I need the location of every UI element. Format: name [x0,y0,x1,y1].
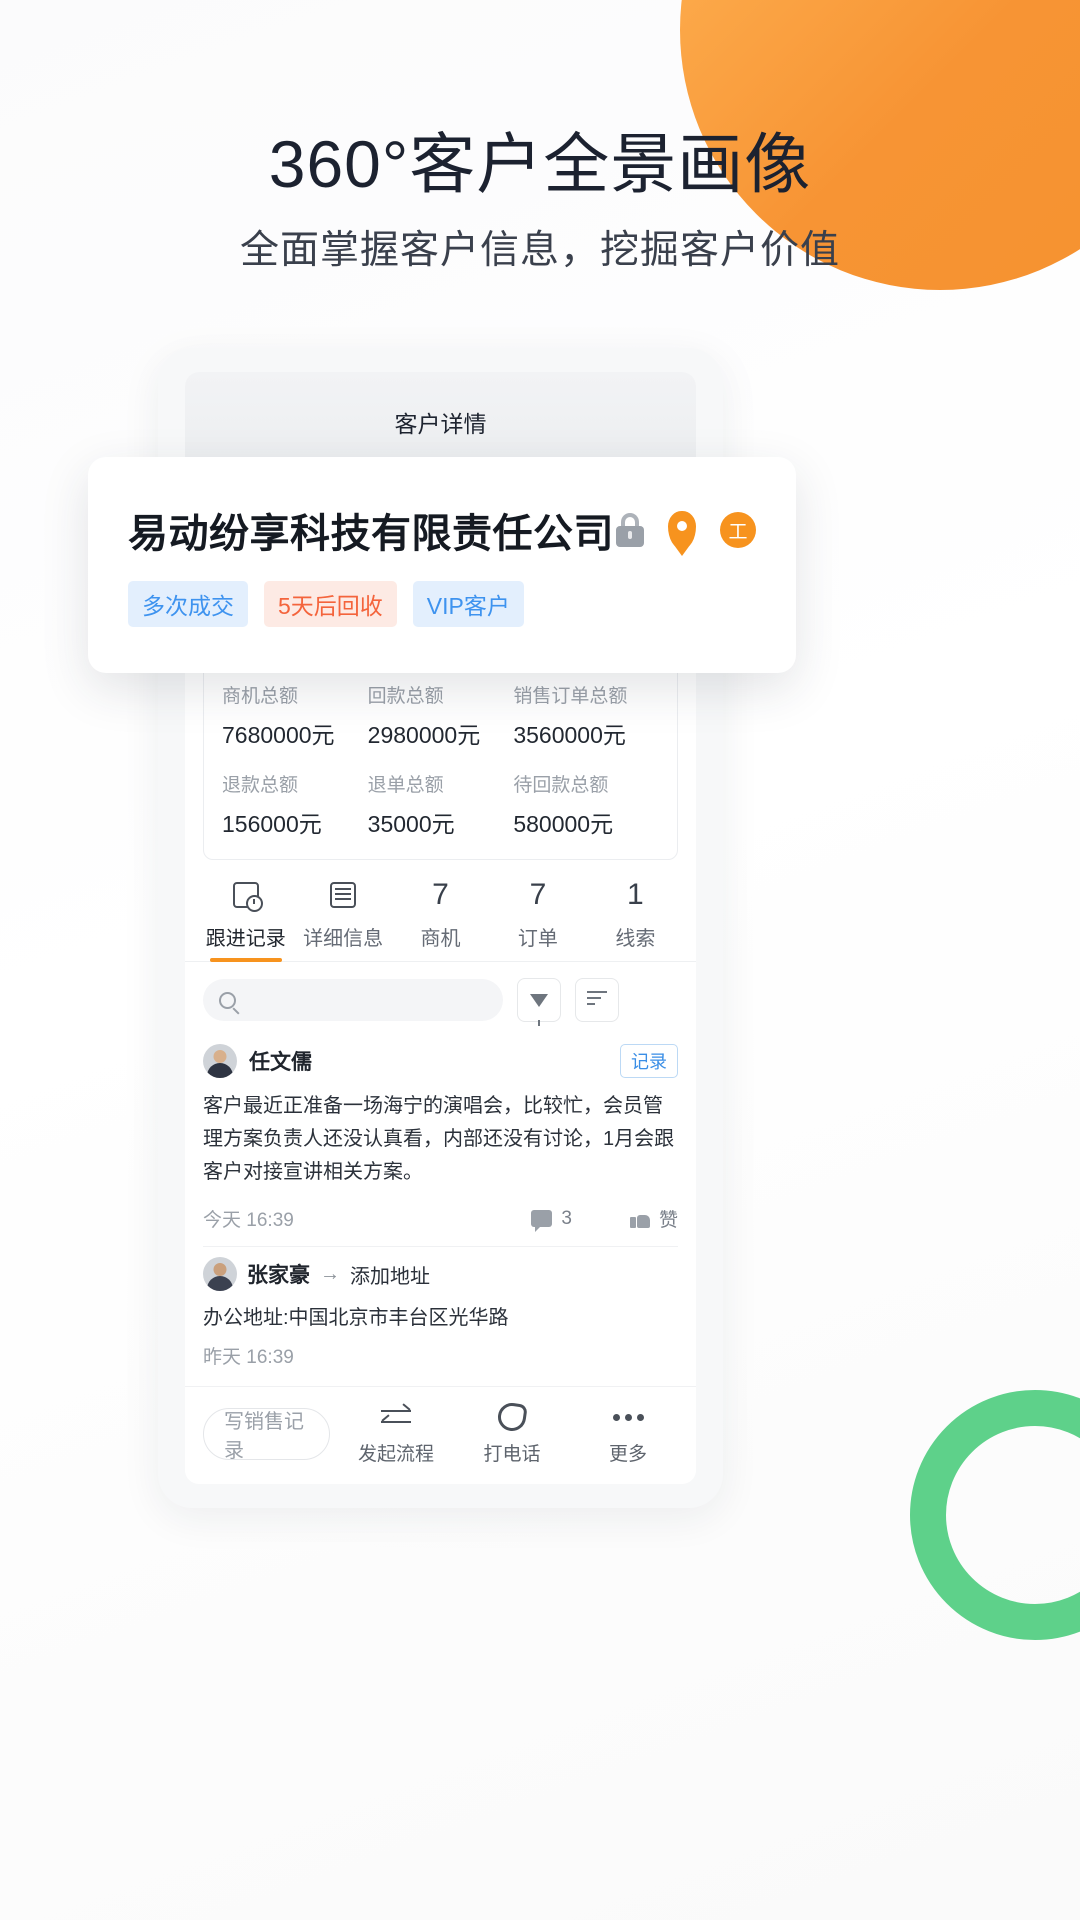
nav-title: 客户详情 [394,411,487,437]
stat-label: 回款总额 [367,686,444,707]
tab-orders[interactable]: 7 订单 [489,876,586,961]
customer-tag[interactable]: 5天后回收 [264,581,397,627]
more-dots-icon [612,1413,644,1421]
tab-label: 订单 [517,928,558,950]
start-process-label: 发起流程 [357,1444,434,1465]
tab-leads[interactable]: 1 线索 [587,876,684,961]
page-title: 360°客户全景画像 [268,127,812,201]
customer-summary-header: 易动纷享科技有限责任公司 工 [128,501,756,559]
write-record-placeholder: 写销售记录 [224,1410,304,1462]
feed-timestamp: 昨天 16:39 [203,1347,294,1368]
stat-value: 7680000元 [222,722,335,748]
feed-body: 客户最近正准备一场海宁的演唱会，比较忙，会员管理方案负责人还没认真看，内部还没有… [203,1095,675,1183]
swap-icon [381,1406,411,1428]
tab-label: 跟进记录 [205,928,286,950]
feed-author: 张家豪 [247,1264,310,1287]
search-icon [219,991,236,1009]
page-subtitle: 全面掌握客户信息，挖掘客户价值 [239,228,840,272]
feed-item[interactable]: 张家豪 → 添加地址 办公地址:中国北京市丰台区光华路 昨天 16:39 [203,1247,678,1383]
feed-footer: 今天 16:39 3 赞 [203,1205,678,1232]
gong-badge-icon[interactable]: 工 [720,512,756,548]
feed-author: 任文儒 [249,1051,312,1074]
stat-label: 商机总额 [222,686,299,707]
stat-value: 580000元 [513,811,614,837]
customer-summary-card: 易动纷享科技有限责任公司 工 多次成交 5天后回收 VIP客户 [88,457,796,673]
list-icon [330,882,357,908]
comment-count: 3 [561,1207,572,1229]
tab-opportunities[interactable]: 7 商机 [392,876,489,961]
feed-item-header: 任文儒 记录 [203,1044,678,1078]
tab-label: 商机 [420,928,461,950]
customer-tag-list: 多次成交 5天后回收 VIP客户 [128,581,756,627]
stat-label: 退单总额 [367,775,444,796]
tab-count: 7 [529,878,547,911]
stat-cell: 待回款总额 580000元 [513,770,659,839]
feed-detail: 办公地址:中国北京市丰台区光华路 [203,1307,509,1329]
tab-follow-records[interactable]: 跟进记录 [197,876,294,961]
feed-item-header: 张家豪 → 添加地址 办公地址:中国北京市丰台区光华路 [203,1257,678,1330]
arrow-icon: → [320,1262,340,1285]
comment-action[interactable]: 3 [531,1207,572,1232]
feed-footer: 昨天 16:39 [203,1342,678,1369]
tab-bar: 跟进记录 详细信息 7 商机 7 订单 1 线索 [185,860,696,962]
start-process-button[interactable]: 发起流程 [346,1401,446,1466]
more-button[interactable]: 更多 [578,1401,678,1466]
stat-value: 2980000元 [367,722,481,748]
customer-icon-group: 工 [616,511,756,549]
avatar[interactable] [203,1044,237,1078]
like-action[interactable]: 赞 [629,1205,678,1232]
search-row [185,962,696,1034]
thumbs-up-icon [629,1209,650,1228]
promo-page: 360°客户全景画像 全面掌握客户信息，挖掘客户价值 客户详情 团队 ♛ [0,0,1080,1920]
feed-action: 添加地址 [350,1265,430,1288]
decorative-green-ring [910,1390,1080,1640]
filter-icon [530,993,548,1026]
write-record-input[interactable]: 写销售记录 [203,1407,330,1462]
tab-details[interactable]: 详细信息 [294,876,391,961]
company-name: 易动纷享科技有限责任公司 [128,512,614,556]
filter-button[interactable] [517,978,561,1026]
hero-text-block: 360°客户全景画像 全面掌握客户信息，挖掘客户价值 [0,126,1080,277]
stats-card: 商机总额 7680000元 回款总额 2980000元 销售订单总额 35600… [203,660,678,860]
search-input[interactable] [203,979,503,1021]
tab-label: 线索 [615,928,656,950]
stat-cell: 回款总额 2980000元 [368,681,514,750]
feed-timestamp: 今天 16:39 [203,1210,294,1231]
stat-value: 3560000元 [513,722,626,748]
comment-icon [531,1210,553,1232]
feed-item[interactable]: 任文儒 记录 客户最近正准备一场海宁的演唱会，比较忙，会员管理方案负责人还没认真… [203,1034,678,1247]
customer-tag[interactable]: VIP客户 [412,581,524,627]
sort-button[interactable] [575,978,619,1022]
location-pin-icon[interactable] [668,511,696,549]
bottom-action-bar: 写销售记录 发起流程 打电话 更多 [185,1386,696,1484]
like-label: 赞 [658,1210,678,1231]
lock-icon[interactable] [616,513,644,547]
sort-icon [587,991,607,1009]
tab-label: 详细信息 [303,928,384,950]
stat-label: 待回款总额 [513,775,609,796]
stat-cell: 退单总额 35000元 [368,770,514,839]
stat-cell: 销售订单总额 3560000元 [513,681,659,750]
customer-tag[interactable]: 多次成交 [128,581,248,627]
more-label: 更多 [608,1444,647,1465]
stat-label: 退款总额 [222,775,299,796]
call-button[interactable]: 打电话 [462,1401,562,1466]
activity-feed: 任文儒 记录 客户最近正准备一场海宁的演唱会，比较忙，会员管理方案负责人还没认真… [185,1034,696,1386]
stat-cell: 商机总额 7680000元 [222,681,368,750]
clock-document-icon [232,882,263,912]
stat-label: 销售订单总额 [513,686,628,707]
stat-value: 35000元 [367,811,455,837]
avatar[interactable] [203,1257,237,1291]
phone-icon [496,1401,528,1433]
status-badge: 记录 [620,1044,678,1078]
stat-value: 156000元 [222,811,322,837]
tab-count: 1 [626,878,644,911]
stat-cell: 退款总额 156000元 [222,770,368,839]
call-label: 打电话 [483,1444,541,1465]
tab-count: 7 [432,878,449,911]
